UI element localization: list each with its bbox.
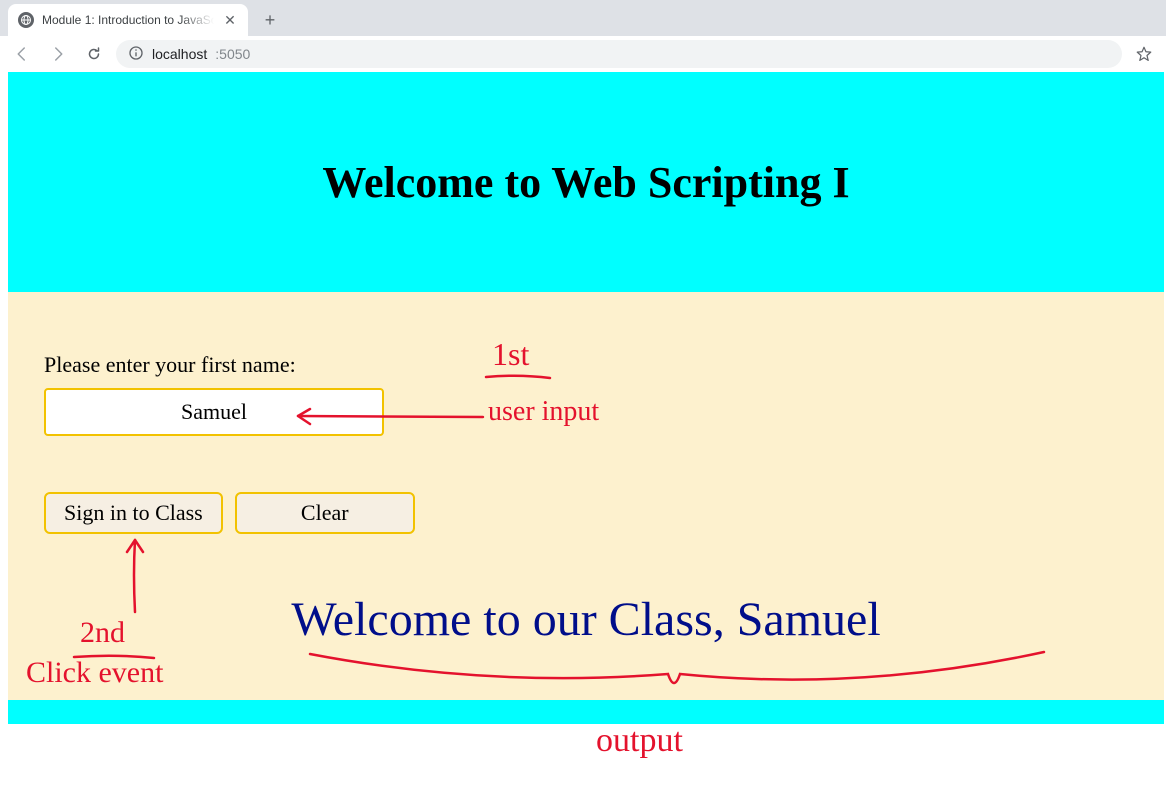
- reload-button[interactable]: [80, 40, 108, 68]
- first-name-input[interactable]: [44, 388, 384, 436]
- button-row: Sign in to Class Clear: [44, 492, 1128, 534]
- browser-chrome: Module 1: Introduction to JavaSc ✕ + loc…: [0, 0, 1166, 72]
- forward-button[interactable]: [44, 40, 72, 68]
- tab-bar: Module 1: Introduction to JavaSc ✕ +: [0, 0, 1166, 36]
- close-icon[interactable]: ✕: [222, 12, 238, 28]
- form-section: Please enter your first name: Sign in to…: [8, 292, 1164, 700]
- new-tab-button[interactable]: +: [256, 6, 284, 34]
- tab-title: Module 1: Introduction to JavaSc: [42, 13, 214, 27]
- clear-button[interactable]: Clear: [235, 492, 415, 534]
- name-prompt-label: Please enter your first name:: [44, 352, 1128, 378]
- welcome-output: Welcome to our Class, Samuel: [44, 592, 1128, 647]
- sign-in-button[interactable]: Sign in to Class: [44, 492, 223, 534]
- address-bar[interactable]: localhost :5050: [116, 40, 1122, 68]
- back-button[interactable]: [8, 40, 36, 68]
- page-viewport: Welcome to Web Scripting I Please enter …: [8, 72, 1164, 724]
- footer-stripe: [8, 700, 1164, 724]
- browser-toolbar: localhost :5050: [0, 36, 1166, 72]
- url-host: localhost: [152, 46, 207, 62]
- info-icon: [128, 45, 144, 64]
- globe-icon: [18, 12, 34, 28]
- url-port: :5050: [215, 46, 250, 62]
- page-title: Welcome to Web Scripting I: [322, 157, 849, 208]
- page-header: Welcome to Web Scripting I: [8, 72, 1164, 292]
- browser-tab[interactable]: Module 1: Introduction to JavaSc ✕: [8, 4, 248, 36]
- annotation-output-label: output: [596, 722, 683, 760]
- bookmark-star-icon[interactable]: [1130, 40, 1158, 68]
